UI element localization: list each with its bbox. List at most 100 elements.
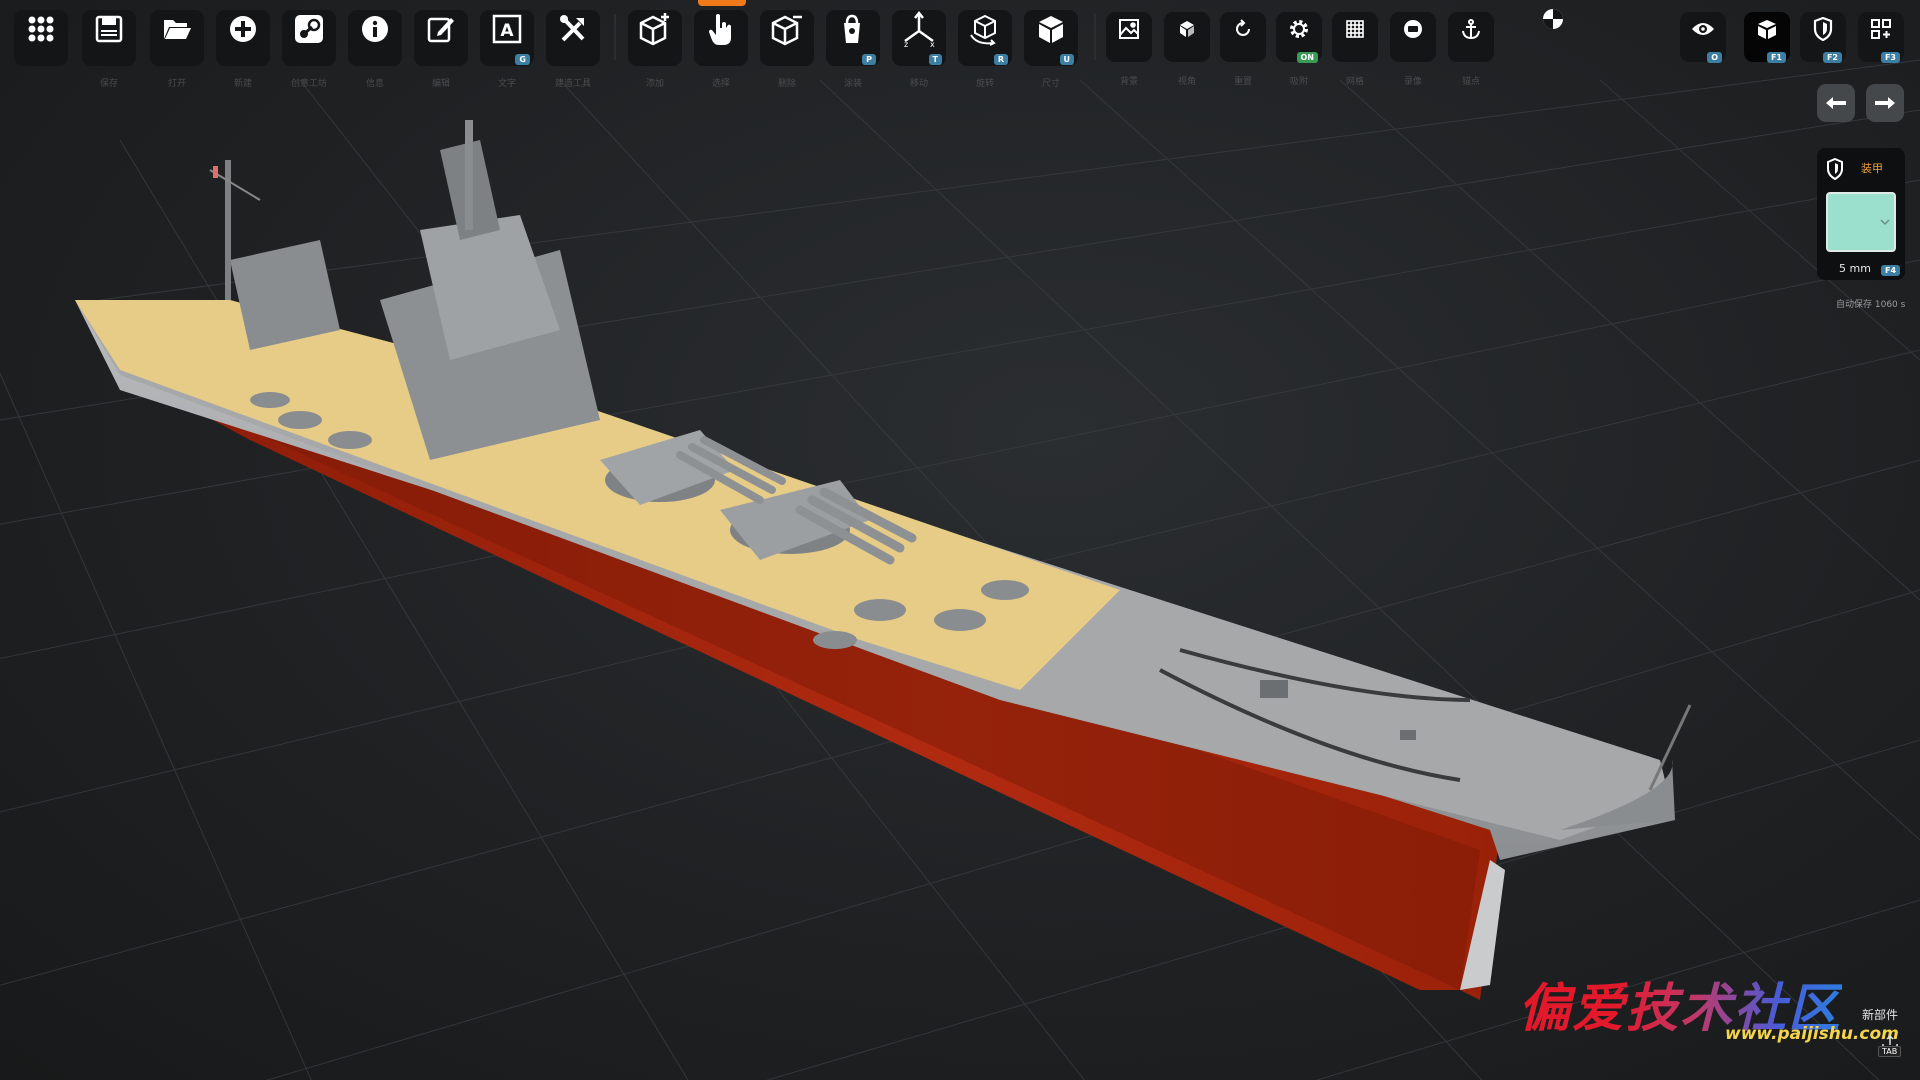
- grid-label: 网格: [1345, 77, 1365, 87]
- move-label: 移动: [909, 79, 929, 89]
- undo-button[interactable]: [1817, 84, 1855, 122]
- save-label: 保存: [99, 79, 119, 89]
- paint-hotkey-badge: P: [862, 54, 876, 65]
- arrow-left-icon: [1826, 97, 1846, 109]
- apps-grid-icon: [14, 10, 68, 48]
- material-color-swatch[interactable]: [1826, 192, 1896, 252]
- armor-mode-button[interactable]: F2: [1800, 12, 1846, 63]
- add-part-label: 添加: [645, 79, 665, 89]
- add-part-button[interactable]: 添加: [628, 10, 682, 89]
- view-cube-label: 视角: [1177, 77, 1197, 87]
- visibility-button[interactable]: O: [1680, 12, 1726, 63]
- anchor-button[interactable]: 锚点: [1448, 12, 1494, 87]
- apps-button[interactable]: [14, 10, 68, 66]
- redo-button[interactable]: [1866, 84, 1904, 122]
- size-button[interactable]: 尺寸 U: [1024, 10, 1078, 89]
- new-button[interactable]: 新建: [216, 10, 270, 89]
- material-panel: 装甲 5 mm F4: [1817, 148, 1905, 280]
- tools-button[interactable]: 建造工具: [546, 10, 600, 89]
- material-type-label: 装甲: [1861, 162, 1883, 175]
- edit-icon: [414, 10, 468, 48]
- snap-status-badge: ON: [1296, 52, 1318, 63]
- paint-label: 涂装: [843, 79, 863, 89]
- info-icon: [348, 10, 402, 48]
- toolbar-divider: [614, 14, 616, 60]
- edit-button[interactable]: 编辑: [414, 10, 468, 89]
- text-hotkey-badge: G: [515, 54, 530, 65]
- svg-text:A: A: [500, 21, 514, 41]
- svg-text:z: z: [904, 40, 908, 47]
- small-cube-icon: [1164, 12, 1210, 46]
- image-icon: [1106, 12, 1152, 46]
- cube-remove-icon: [760, 10, 814, 48]
- steam-icon: [282, 10, 336, 48]
- reset-button[interactable]: 重置: [1220, 12, 1266, 87]
- new-part-label: 新部件: [1862, 1008, 1899, 1022]
- record-button[interactable]: 录像: [1390, 12, 1436, 87]
- background-button[interactable]: 背景: [1106, 12, 1152, 87]
- active-tool-indicator: [698, 0, 746, 6]
- text-label: 文字: [497, 79, 517, 89]
- armor-mode-hotkey-badge: F2: [1822, 52, 1842, 63]
- 3d-viewport[interactable]: [0, 0, 1920, 1080]
- rotate-label: 旋转: [975, 79, 995, 89]
- reset-label: 重置: [1233, 77, 1253, 87]
- layout-mode-hotkey-badge: F3: [1880, 52, 1900, 63]
- anchor-label: 锚点: [1461, 77, 1481, 87]
- info-button[interactable]: 信息: [348, 10, 402, 89]
- view-cube-button[interactable]: 视角: [1164, 12, 1210, 87]
- background-label: 背景: [1119, 77, 1139, 87]
- battleship-model: [75, 120, 1692, 1000]
- move-button[interactable]: z x 移动 T: [892, 10, 946, 89]
- save-icon: [82, 10, 136, 48]
- svg-text:x: x: [930, 40, 935, 47]
- viewport-grid: [0, 59, 1920, 1080]
- paint-button[interactable]: 涂装 P: [826, 10, 880, 89]
- layout-mode-button[interactable]: F3: [1858, 12, 1904, 63]
- solid-cube-icon: [1024, 10, 1078, 48]
- plus-circle-icon: [216, 10, 270, 48]
- grid-button[interactable]: 网格: [1332, 12, 1378, 87]
- tools-icon: [546, 10, 600, 48]
- rotate-hotkey-badge: R: [993, 54, 1008, 65]
- save-button[interactable]: 保存: [82, 10, 136, 89]
- armor-thickness-value: 5 mm: [1839, 262, 1871, 275]
- visibility-hotkey-badge: O: [1707, 52, 1722, 63]
- text-a-icon: A: [480, 10, 534, 48]
- autosave-status: 自动保存 1060 s: [1836, 300, 1906, 310]
- remove-part-button[interactable]: 删除: [760, 10, 814, 89]
- snap-button[interactable]: 吸附 ON: [1276, 12, 1322, 87]
- text-button[interactable]: A 文字 G: [480, 10, 534, 89]
- refresh-icon: [1220, 12, 1266, 46]
- size-hotkey-badge: U: [1059, 54, 1074, 65]
- paint-bucket-icon: [826, 10, 880, 48]
- shield-icon: [1800, 12, 1846, 46]
- open-button[interactable]: 打开: [150, 10, 204, 89]
- rotate-button[interactable]: 旋转 R: [958, 10, 1012, 89]
- model-mode-button[interactable]: F1: [1744, 12, 1790, 63]
- tab-key-hint: TAB: [1878, 1046, 1902, 1057]
- snap-label: 吸附: [1289, 77, 1309, 87]
- orientation-globe-icon[interactable]: [1542, 8, 1564, 34]
- info-label: 信息: [365, 79, 385, 89]
- select-label: 选择: [711, 79, 731, 89]
- size-label: 尺寸: [1041, 79, 1061, 89]
- cube-mode-icon: [1744, 12, 1790, 46]
- steam-button[interactable]: 创意工坊: [282, 10, 336, 89]
- chevron-down-icon: [1880, 219, 1890, 226]
- record-label: 录像: [1403, 77, 1423, 87]
- cube-add-icon: [628, 10, 682, 48]
- toolbar-divider: [1094, 14, 1096, 60]
- new-label: 新建: [233, 79, 253, 89]
- select-button[interactable]: 选择: [694, 10, 748, 89]
- main-toolbar: 保存 打开 新建 创意工坊 信息 编辑 A 文字 G 建造工具 添加 选择 删除…: [0, 0, 1920, 89]
- move-hotkey-badge: T: [928, 54, 942, 65]
- remove-part-label: 删除: [777, 79, 797, 89]
- armor-shield-icon: [1827, 158, 1843, 180]
- rotate-cube-icon: [958, 10, 1012, 48]
- anchor-icon: [1448, 12, 1494, 46]
- arrow-right-icon: [1875, 97, 1895, 109]
- tools-label: 建造工具: [554, 79, 592, 89]
- grid-icon: [1332, 12, 1378, 46]
- eye-icon: [1680, 12, 1726, 46]
